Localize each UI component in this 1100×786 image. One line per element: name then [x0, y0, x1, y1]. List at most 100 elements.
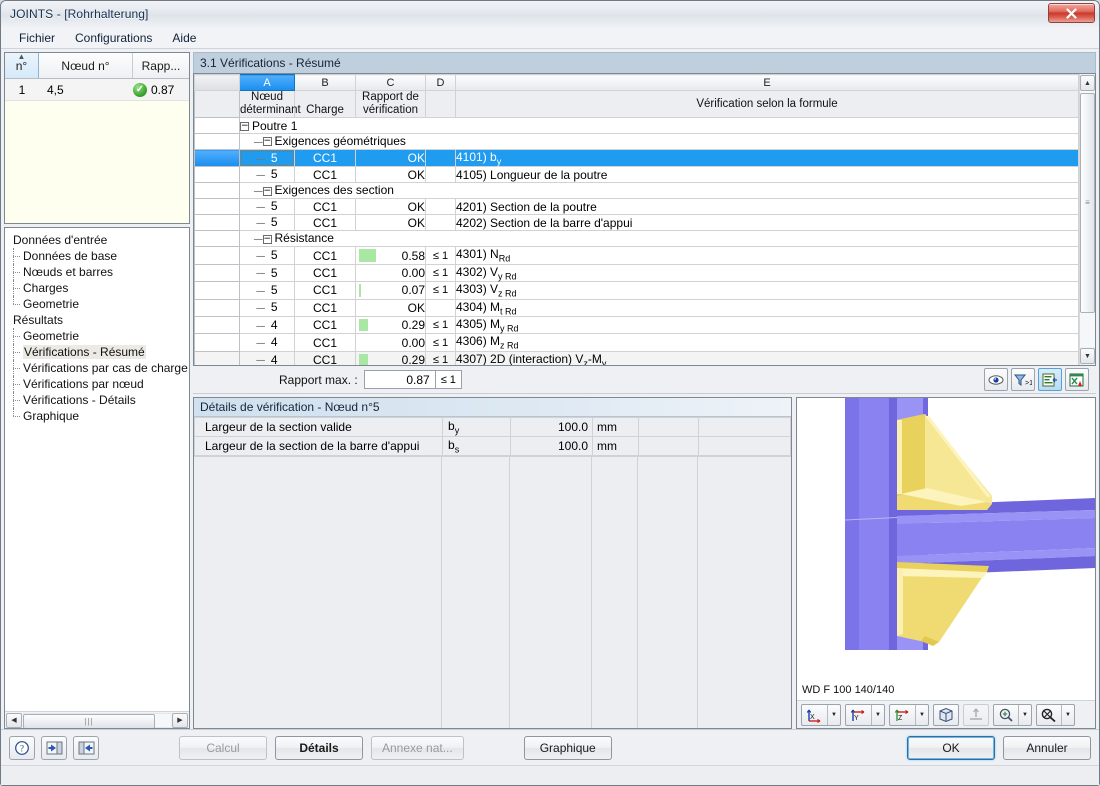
model-canvas[interactable]: WD F 100 140/140	[797, 398, 1095, 700]
cell-formula[interactable]: 4302) Vy Rd	[455, 263, 1079, 283]
sidebar-item-8[interactable]: Vérifications par cas de charge	[11, 360, 189, 376]
cell-load[interactable]: CC1	[294, 214, 356, 232]
sidebar-item-10[interactable]: Vérifications - Détails	[11, 392, 189, 408]
ok-button[interactable]: OK	[907, 736, 995, 760]
vertical-scroll-track[interactable]: ≡	[1080, 91, 1095, 347]
details-row[interactable]: Largeur de la section de la barre d'appu…	[194, 436, 791, 456]
cell-ratio[interactable]: 0.00	[355, 263, 426, 283]
fit-button[interactable]	[963, 703, 989, 726]
row-header[interactable]	[194, 133, 240, 150]
row-header[interactable]	[194, 333, 240, 352]
grid-vertical-scrollbar[interactable]: ▲ ≡ ▼	[1079, 74, 1095, 365]
cell-load[interactable]: CC1	[294, 246, 356, 265]
collapse-icon[interactable]: −	[262, 234, 272, 244]
zoom-button[interactable]: ▼	[993, 703, 1032, 726]
sidebar-item-9[interactable]: Vérifications par nœud	[11, 376, 189, 392]
column-header-c[interactable]: C	[355, 74, 426, 91]
sidebar-item-11[interactable]: Graphique	[11, 408, 189, 424]
cell-comparator[interactable]	[425, 198, 456, 216]
cell-node[interactable]: ─ 5	[239, 198, 295, 216]
cell-load[interactable]: CC1	[294, 166, 356, 184]
tree-horizontal-scrollbar[interactable]: ◀ ||| ▶	[5, 711, 189, 728]
group-row-cell[interactable]: ─− Résistance	[239, 230, 1079, 248]
cell-comparator[interactable]	[425, 148, 456, 168]
menu-item-fichier[interactable]: Fichier	[9, 29, 65, 47]
cell-ratio[interactable]: 0.29	[355, 350, 426, 365]
help-button[interactable]: ?	[9, 736, 35, 760]
row-header[interactable]	[194, 246, 240, 265]
cell-formula[interactable]: 4305) My Rd	[455, 315, 1079, 335]
filter-button[interactable]: >1	[1011, 368, 1035, 391]
column-header-d[interactable]: D	[425, 74, 456, 91]
rotate-dropdown[interactable]: ▼	[1061, 704, 1074, 725]
cell-node[interactable]: ─ 5	[239, 246, 295, 265]
sidebar-item-4[interactable]: Geometrie	[11, 296, 189, 312]
vertical-scroll-thumb[interactable]: ≡	[1080, 93, 1095, 313]
table-row[interactable]: ─− Exigences géométriques	[194, 133, 1079, 150]
cell-formula[interactable]: 4101) by	[455, 148, 1079, 168]
scroll-down-button[interactable]: ▼	[1080, 348, 1095, 364]
scroll-left-button[interactable]: ◀	[6, 712, 22, 728]
scroll-up-button[interactable]: ▲	[1080, 75, 1095, 91]
group-row-cell[interactable]: − Poutre 1	[239, 117, 1079, 134]
row-header[interactable]	[194, 182, 240, 200]
table-row[interactable]: ─ 4 CC1 0.00 ≤ 1 4306) Mz Rd	[194, 333, 1079, 352]
visibility-button[interactable]	[984, 368, 1008, 391]
cell-node[interactable]: ─ 5	[239, 148, 295, 168]
cell-ratio[interactable]: OK	[355, 298, 426, 317]
cell-comparator[interactable]: ≤ 1	[425, 350, 456, 365]
cell-comparator[interactable]: ≤ 1	[425, 263, 456, 283]
column-header-node[interactable]: Nœud n°	[39, 53, 133, 78]
cell-comparator[interactable]: ≤ 1	[425, 281, 456, 300]
cell-ratio[interactable]: 0.58	[355, 246, 426, 265]
cell-ratio[interactable]: OK	[355, 198, 426, 216]
view-x-main[interactable]: X	[802, 705, 827, 725]
sidebar-item-0[interactable]: Données d'entrée	[11, 232, 189, 248]
cell-node[interactable]: ─ 5	[239, 281, 295, 300]
cell-formula[interactable]: 4307) 2D (interaction) Vz-My	[455, 350, 1079, 365]
cell-formula[interactable]: 4202) Section de la barre d'appui	[455, 214, 1079, 232]
table-row[interactable]: ─− Exigences des section	[194, 182, 1079, 200]
table-row[interactable]: ─ 5 CC1 OK 4105) Longueur de la poutre	[194, 166, 1079, 184]
collapse-icon[interactable]: −	[240, 121, 249, 131]
cell-node[interactable]: ─ 5	[239, 214, 295, 232]
table-row[interactable]: ─ 4 CC1 0.29 ≤ 1 4307) 2D (interaction) Vz-My	[194, 350, 1079, 365]
excel-export-button[interactable]	[1065, 368, 1089, 391]
cell-node[interactable]: ─ 5	[239, 166, 295, 184]
zoom-main[interactable]	[994, 705, 1018, 725]
sidebar-item-1[interactable]: Données de base	[11, 248, 189, 264]
cell-comparator[interactable]	[425, 214, 456, 232]
menu-item-configurations[interactable]: Configurations	[65, 29, 162, 47]
scroll-thumb[interactable]: |||	[23, 713, 155, 728]
column-header-b[interactable]: B	[294, 74, 356, 91]
column-header-ratio[interactable]: Rapp...	[133, 53, 189, 78]
cell-load[interactable]: CC1	[294, 263, 356, 283]
group-row-cell[interactable]: ─− Exigences des section	[239, 182, 1079, 200]
column-header-e[interactable]: E	[455, 74, 1079, 91]
cell-load[interactable]: CC1	[294, 315, 356, 335]
cell-node[interactable]: ─ 4	[239, 315, 295, 335]
group-row-cell[interactable]: ─− Exigences géométriques	[239, 133, 1079, 150]
cell-comparator[interactable]: ≤ 1	[425, 246, 456, 265]
cell-node[interactable]: ─ 4	[239, 350, 295, 365]
view-y-button[interactable]: Y ▼	[845, 703, 885, 726]
iso-view-button[interactable]	[933, 703, 959, 726]
cell-formula[interactable]: 4306) Mz Rd	[455, 333, 1079, 352]
cell-comparator[interactable]	[425, 298, 456, 317]
row-header[interactable]	[194, 166, 240, 184]
cell-ratio[interactable]: OK	[355, 166, 426, 184]
table-row[interactable]: 1 4,5 ✓ 0.87	[5, 79, 189, 101]
details-row[interactable]: Largeur de la section valide by 100.0 mm	[194, 417, 791, 437]
cell-node[interactable]: ─ 4	[239, 333, 295, 352]
cell-load[interactable]: CC1	[294, 148, 356, 168]
table-row[interactable]: ─ 5 CC1 OK 4304) Mt Rd	[194, 298, 1079, 317]
grid-corner-header[interactable]	[194, 74, 240, 91]
rotate-main[interactable]	[1037, 705, 1061, 725]
sidebar-item-3[interactable]: Charges	[11, 280, 189, 296]
close-button[interactable]	[1048, 3, 1095, 23]
row-header[interactable]	[194, 281, 240, 300]
row-header[interactable]	[194, 117, 240, 134]
sidebar-item-2[interactable]: Nœuds et barres	[11, 264, 189, 280]
table-row[interactable]: − Poutre 1	[194, 117, 1079, 134]
view-z-dropdown[interactable]: ▼	[915, 704, 928, 725]
